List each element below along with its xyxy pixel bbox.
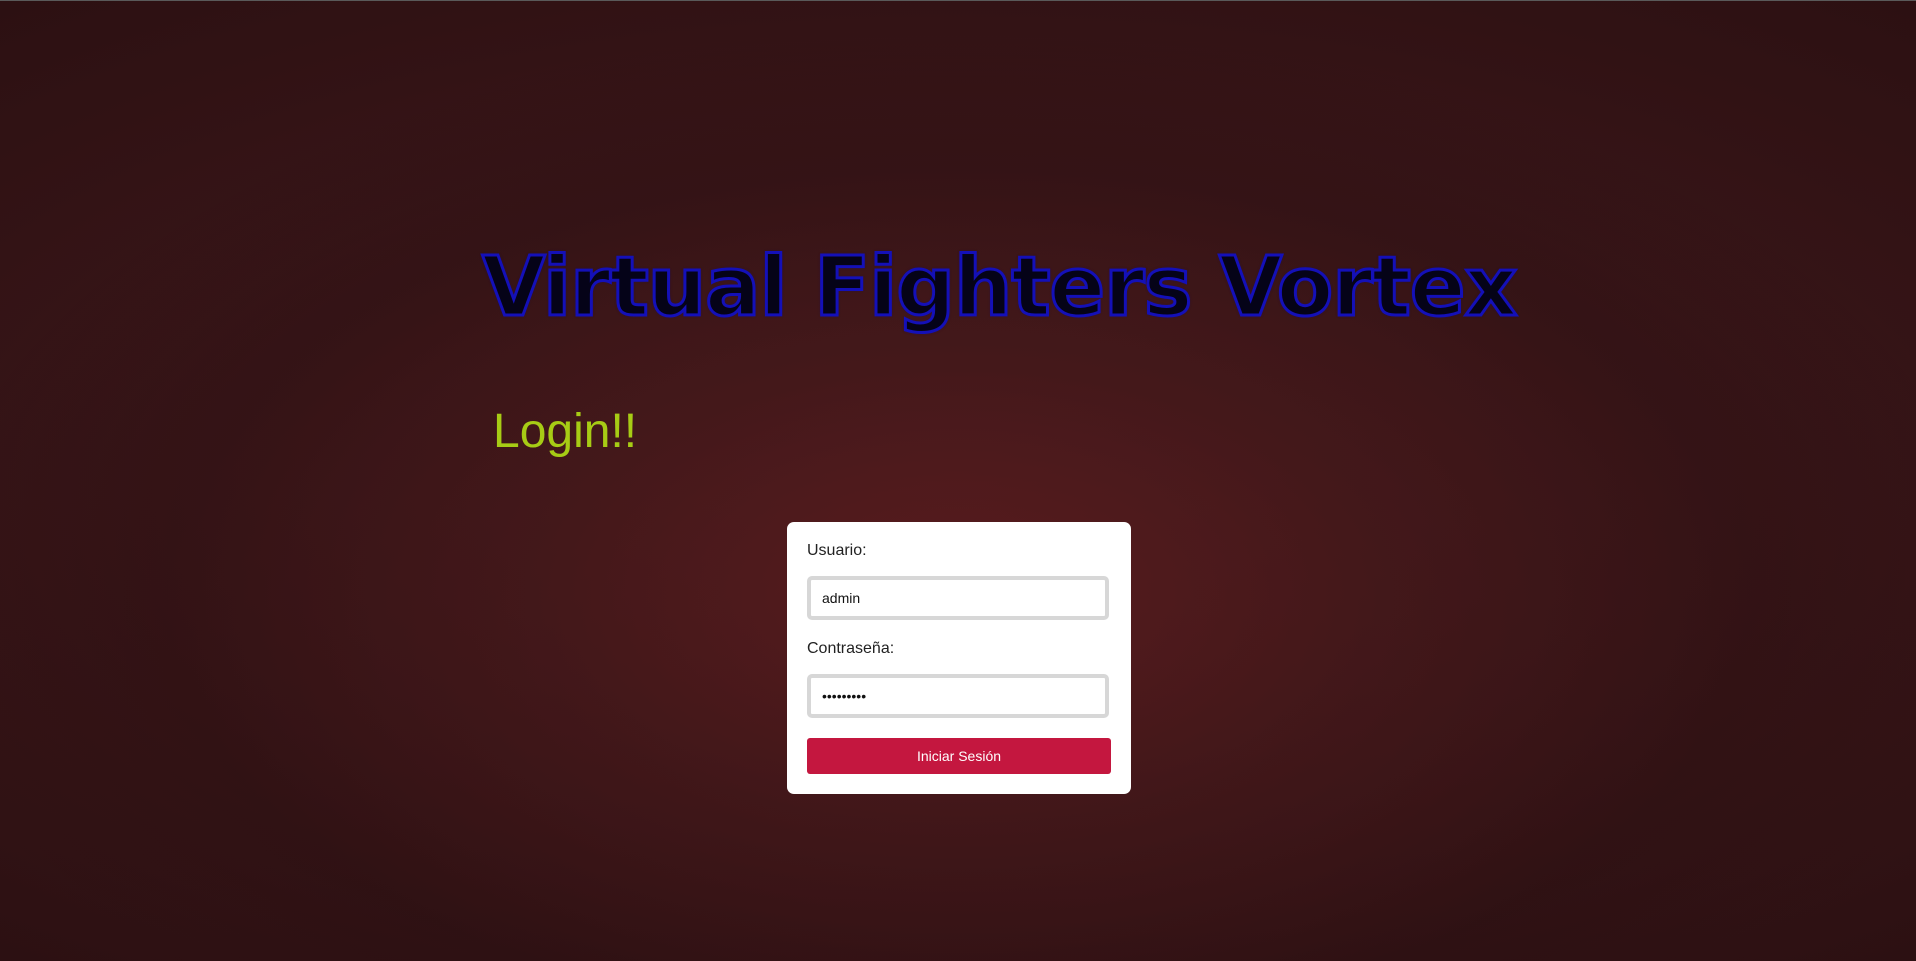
login-form: Usuario: Contraseña: Iniciar Sesión: [787, 522, 1131, 794]
login-submit-button[interactable]: Iniciar Sesión: [807, 738, 1111, 774]
password-label: Contraseña:: [807, 640, 895, 657]
site-title: Virtual Fighters Vortex: [481, 239, 1519, 337]
password-input[interactable]: [807, 674, 1109, 718]
username-input[interactable]: [807, 576, 1109, 620]
login-heading: Login!!: [493, 405, 638, 458]
username-label: Usuario:: [807, 542, 867, 559]
top-border-line: [0, 0, 1916, 1]
